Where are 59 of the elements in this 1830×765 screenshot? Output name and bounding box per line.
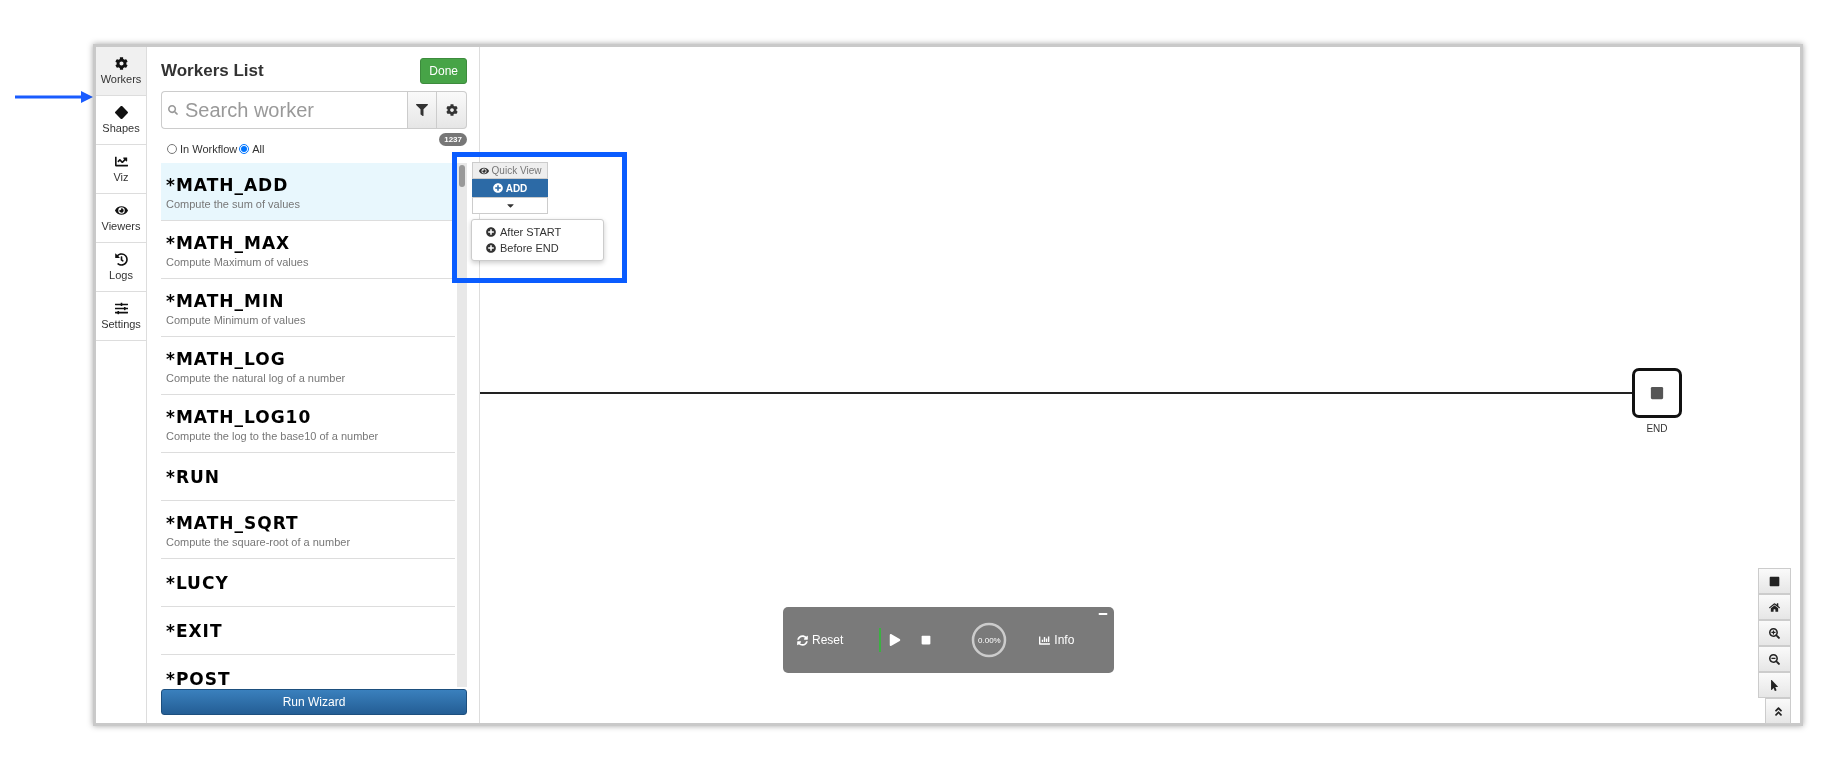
scrollbar[interactable]	[457, 163, 467, 687]
double-chevron-up-icon	[1772, 705, 1784, 717]
home-icon	[1769, 601, 1780, 613]
gear-icon	[445, 104, 458, 116]
reset-button[interactable]: Reset	[797, 633, 844, 647]
plus-icon	[492, 183, 503, 193]
add-button[interactable]: ADD	[472, 179, 548, 197]
progress-reading: 0.00%	[978, 635, 1001, 645]
sidebar-tab[interactable]: Workers	[96, 47, 146, 96]
sidebar-tab[interactable]: Logs	[96, 243, 146, 292]
radio-label: All	[252, 143, 265, 155]
worker-list-item[interactable]: *MATH_ADD Compute the sum of values	[161, 163, 455, 221]
menu-item[interactable]: After START	[472, 224, 603, 240]
node-label: END	[1645, 423, 1669, 434]
sidebar-tab[interactable]: Viz	[96, 145, 146, 194]
radio-label: In Workflow	[180, 143, 238, 155]
run-wizard-button[interactable]: Run Wizard	[161, 689, 467, 715]
dropdown-toggle[interactable]	[472, 197, 548, 214]
gear-icon	[114, 57, 128, 70]
home-button[interactable]	[1758, 594, 1791, 620]
zoom-in-button[interactable]	[1758, 620, 1791, 646]
sidebar-tab[interactable]: Settings	[96, 292, 146, 341]
search-field[interactable]: Search worker	[161, 91, 407, 129]
info-button[interactable]: Info	[1039, 633, 1075, 647]
menu-item[interactable]: Before END	[472, 240, 603, 256]
sidebar-tab[interactable]: Viewers	[96, 194, 146, 243]
zoom-out-icon	[1769, 653, 1780, 665]
zoom-in-icon	[1769, 627, 1780, 639]
radio-button[interactable]	[239, 144, 250, 154]
progress-ring	[971, 622, 1008, 658]
panel-title: Workers List	[161, 61, 264, 81]
filter-icon	[416, 104, 428, 116]
collapse-button[interactable]	[1765, 698, 1791, 724]
plus-icon	[486, 243, 496, 253]
filter-button[interactable]	[407, 91, 437, 129]
stop-icon	[1769, 575, 1780, 587]
count-badge: 1237	[439, 133, 467, 146]
stop-button[interactable]	[1758, 568, 1791, 594]
refresh-icon	[797, 634, 808, 646]
line-chart-icon	[114, 155, 128, 168]
end-node[interactable]	[1632, 368, 1682, 418]
settings-button[interactable]	[437, 91, 467, 129]
stop-icon	[921, 635, 932, 645]
pointer-button[interactable]	[1758, 672, 1791, 698]
play-button[interactable]	[889, 634, 902, 646]
search-icon	[168, 105, 178, 115]
quick-view-button[interactable]: Quick View	[472, 162, 548, 179]
history-icon	[114, 253, 128, 266]
play-icon	[889, 634, 902, 646]
sidebar-tab[interactable]: Shapes	[96, 96, 146, 145]
plus-icon	[486, 227, 496, 237]
bar-chart-icon	[1039, 634, 1051, 646]
diamond-icon	[114, 106, 128, 119]
cursor-icon	[1769, 679, 1780, 691]
eye-icon	[114, 204, 128, 217]
radio-button[interactable]	[167, 144, 177, 154]
sliders-icon	[114, 302, 128, 315]
zoom-out-button[interactable]	[1758, 646, 1791, 672]
eye-icon	[478, 165, 489, 176]
